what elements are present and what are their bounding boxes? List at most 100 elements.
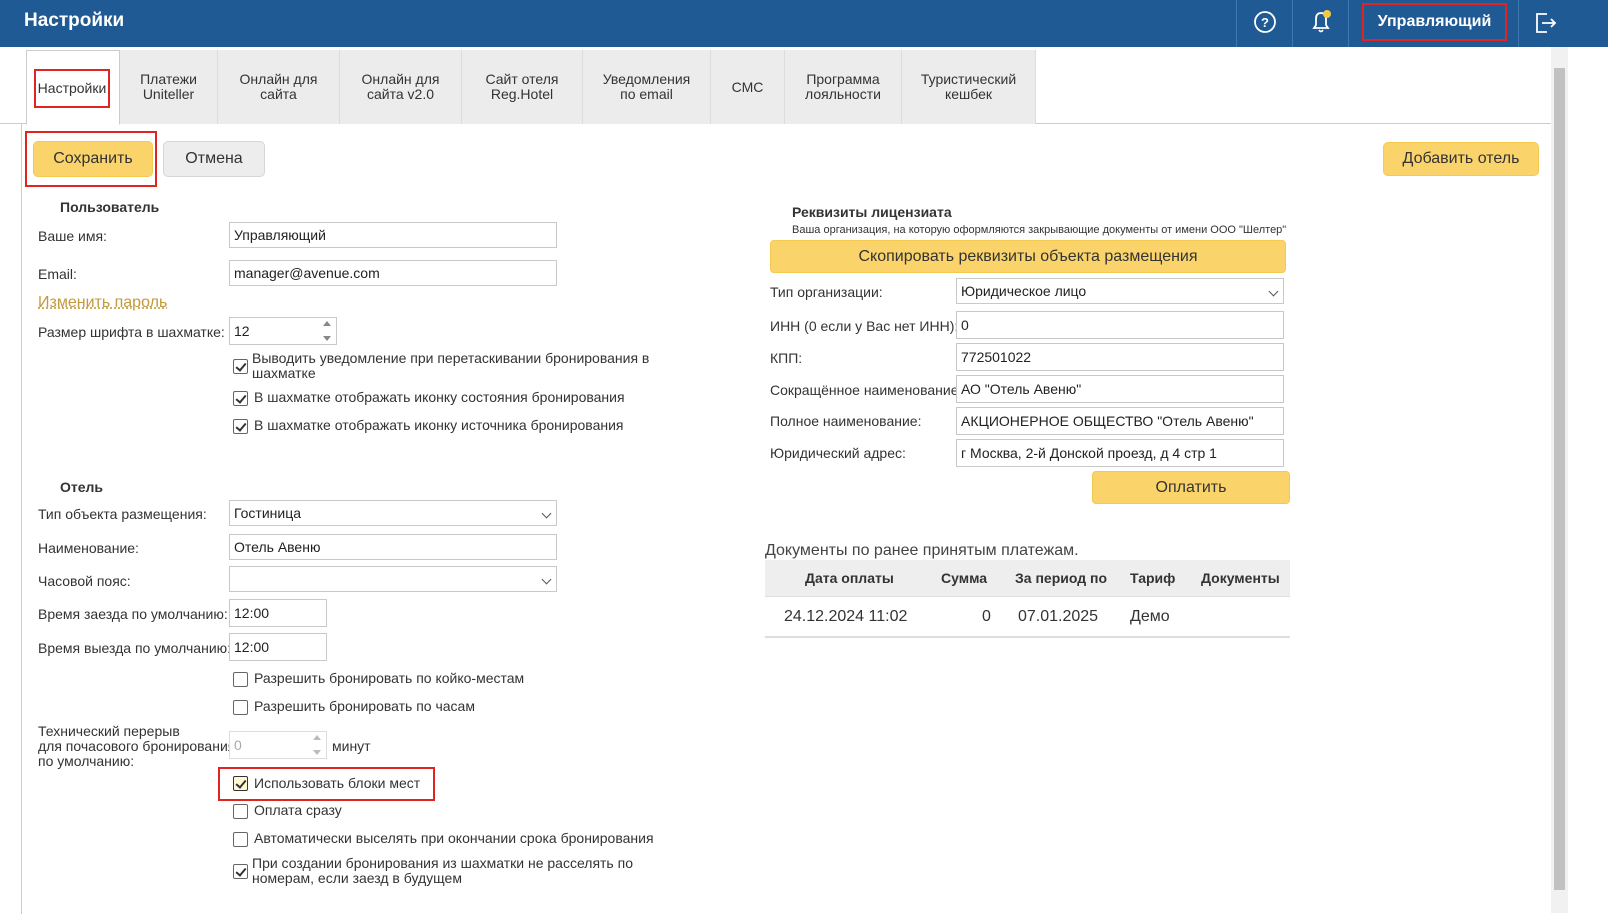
kpp-label: КПП:: [770, 350, 802, 366]
checkbox-use-blocks-label: Использовать блоки мест: [254, 776, 420, 791]
tab-online-site[interactable]: Онлайн для сайта: [218, 50, 340, 124]
checkbox-hourly-label: Разрешить бронировать по часам: [254, 699, 475, 714]
checkbox-no-assign-label: При создании бронирования из шахматки не…: [252, 856, 692, 886]
save-button[interactable]: Сохранить: [33, 141, 153, 177]
documents-title: Документы по ранее принятым платежам.: [765, 542, 1079, 560]
checkout-input[interactable]: 12:00: [229, 633, 327, 661]
hotel-type-value: Гостиница: [234, 505, 301, 521]
scrollbar-thumb[interactable]: [1554, 68, 1565, 890]
font-size-label: Размер шрифта в шахматке:: [38, 324, 225, 340]
bell-icon: [1293, 0, 1349, 47]
hotel-name-input[interactable]: Отель Авеню: [229, 534, 557, 560]
checkbox-drag-notify[interactable]: [233, 359, 248, 374]
hotel-section-title: Отель: [60, 479, 103, 495]
column-header: Сумма: [941, 570, 987, 586]
email-input[interactable]: manager@avenue.com: [229, 260, 557, 286]
tab-label: СМС: [732, 80, 764, 95]
tab-label: Платежи Uniteller: [134, 72, 204, 102]
checkbox-hourly[interactable]: [233, 700, 248, 715]
checkbox-pay-now[interactable]: [233, 804, 248, 819]
table-bottom-border: [765, 636, 1290, 638]
tab-uniteller[interactable]: Платежи Uniteller: [120, 50, 218, 124]
timezone-select[interactable]: [229, 566, 557, 592]
org-type-label: Тип организации:: [770, 284, 883, 300]
email-label: Email:: [38, 266, 77, 282]
spin-down-icon[interactable]: [323, 336, 331, 341]
hotel-type-select[interactable]: Гостиница: [229, 500, 557, 526]
break-label-1: Технический перерыв: [38, 723, 180, 739]
table-cell: Демо: [1130, 608, 1170, 626]
help-icon: ?: [1237, 0, 1293, 47]
chevron-down-icon: [542, 509, 552, 519]
checkbox-status-icon-label: В шахматке отображать иконку состояния б…: [254, 390, 625, 405]
inn-label: ИНН (0 если у Вас нет ИНН):: [770, 318, 958, 334]
spin-up-icon[interactable]: [313, 735, 321, 740]
checkbox-status-icon[interactable]: [233, 391, 248, 406]
checkbox-source-icon[interactable]: [233, 419, 248, 434]
hotel-type-label: Тип объекта размещения:: [38, 506, 207, 522]
column-header: Документы: [1201, 570, 1280, 586]
tab-settings[interactable]: Настройки: [26, 50, 120, 125]
checkbox-auto-checkout-label: Автоматически выселять при окончании сро…: [254, 831, 654, 846]
licensee-section-title: Реквизиты лицензиата: [792, 204, 952, 220]
name-input[interactable]: Управляющий: [229, 222, 557, 248]
checkbox-use-blocks[interactable]: [233, 776, 248, 791]
tab-label: Онлайн для сайта v2.0: [361, 72, 441, 102]
copy-requisites-button[interactable]: Скопировать реквизиты объекта размещения: [770, 240, 1286, 273]
tab-label: Сайт отеля Reg.Hotel: [482, 72, 562, 102]
change-password-link[interactable]: Изменить пароль: [38, 294, 167, 312]
org-type-select[interactable]: Юридическое лицо: [956, 278, 1284, 304]
cancel-button[interactable]: Отмена: [163, 141, 265, 177]
tab-label: Онлайн для сайта: [239, 72, 319, 102]
full-name-input[interactable]: АКЦИОНЕРНОЕ ОБЩЕСТВО "Отель Авеню": [956, 407, 1284, 435]
pay-button[interactable]: Оплатить: [1092, 471, 1290, 504]
tab-settings-highlight: Настройки: [34, 69, 110, 108]
logout-icon: [1519, 0, 1569, 47]
tab-tourist-cashback[interactable]: Туристический кешбек: [902, 50, 1036, 124]
checkbox-no-assign[interactable]: [233, 864, 248, 879]
tab-label: Программа лояльности: [803, 72, 883, 102]
notifications-button[interactable]: [1292, 0, 1349, 47]
address-input[interactable]: г Москва, 2-й Донской проезд, д 4 стр 1: [956, 439, 1284, 467]
full-name-label: Полное наименование:: [770, 413, 921, 429]
inn-input[interactable]: 0: [956, 311, 1284, 339]
licensee-note: Ваша организация, на которую оформляются…: [792, 224, 1286, 236]
short-name-input[interactable]: АО "Отель Авеню": [956, 375, 1284, 403]
tab-label: Туристический кешбек: [919, 72, 1019, 102]
add-hotel-button[interactable]: Добавить отель: [1383, 142, 1539, 176]
spin-down-icon[interactable]: [313, 750, 321, 755]
user-button[interactable]: Управляющий: [1362, 3, 1507, 41]
font-size-stepper[interactable]: 12: [229, 317, 337, 345]
name-label: Ваше имя:: [38, 228, 107, 244]
svg-text:?: ?: [1261, 15, 1269, 30]
font-size-value: 12: [234, 323, 250, 339]
checkbox-drag-notify-label: Выводить уведомление при перетаскивании …: [252, 351, 652, 381]
checkin-input[interactable]: 12:00: [229, 599, 327, 627]
tab-email-notifications[interactable]: Уведомления по email: [583, 50, 711, 124]
help-button[interactable]: ?: [1236, 0, 1293, 47]
address-label: Юридический адрес:: [770, 445, 906, 461]
break-value: 0: [234, 737, 242, 753]
tab-online-site-v2[interactable]: Онлайн для сайта v2.0: [340, 50, 462, 124]
kpp-input[interactable]: 772501022: [956, 343, 1284, 371]
user-section-title: Пользователь: [60, 199, 159, 215]
column-header: За период по: [1015, 570, 1107, 586]
table-cell: 24.12.2024 11:02: [784, 608, 907, 626]
chevron-down-icon: [1269, 287, 1279, 297]
hotel-name-label: Наименование:: [38, 540, 139, 556]
logout-button[interactable]: [1518, 0, 1569, 47]
page-title: Настройки: [24, 10, 124, 32]
checkbox-beds[interactable]: [233, 672, 248, 687]
tab-reg-hotel[interactable]: Сайт отеля Reg.Hotel: [462, 50, 583, 124]
break-stepper[interactable]: 0: [229, 731, 327, 759]
break-label-2: для почасового бронирования: [38, 738, 235, 754]
tab-label: Уведомления по email: [602, 72, 692, 102]
spin-up-icon[interactable]: [323, 321, 331, 326]
tab-sms[interactable]: СМС: [711, 50, 785, 124]
tab-label: Настройки: [38, 81, 107, 96]
chevron-down-icon: [542, 575, 552, 585]
org-type-value: Юридическое лицо: [961, 283, 1086, 299]
table-cell: 07.01.2025: [1018, 608, 1098, 626]
tab-loyalty[interactable]: Программа лояльности: [785, 50, 902, 124]
checkbox-auto-checkout[interactable]: [233, 832, 248, 847]
